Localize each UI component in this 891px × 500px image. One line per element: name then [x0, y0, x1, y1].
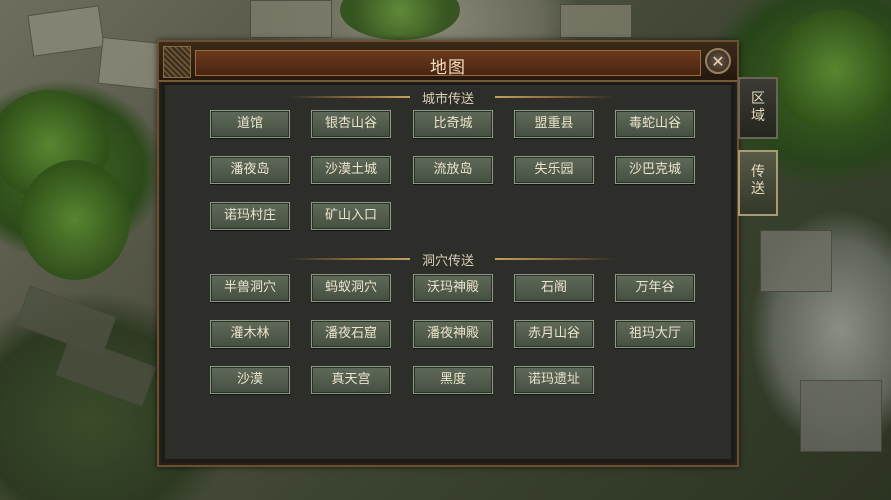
- city-teleport-button[interactable]: 毒蛇山谷: [615, 110, 695, 138]
- city-teleport-button[interactable]: 流放岛: [413, 156, 493, 184]
- cave-teleport-button[interactable]: 祖玛大厅: [615, 320, 695, 348]
- city-section-title: 城市传送: [421, 92, 474, 107]
- city-teleport-button[interactable]: 盟重县: [514, 110, 594, 138]
- cave-teleport-button[interactable]: 潘夜神殿: [413, 320, 493, 348]
- cave-section-title: 洞穴传送: [421, 254, 474, 269]
- cave-teleport-button[interactable]: 灌木林: [210, 320, 290, 348]
- cave-teleport-button[interactable]: 石阁: [514, 274, 594, 302]
- cave-teleport-button[interactable]: 黑度: [413, 366, 493, 394]
- map-window: 地图 ✕ 城市传送 道馆 银杏山谷 比奇城 盟重县 毒蛇山谷 潘夜岛 沙漠土城 流放岛 失乐园沙…: [157, 40, 739, 467]
- teleport-content: 城市传送 道馆 银杏山谷 比奇城 盟重县 毒蛇山谷潘夜岛 沙漠土城 流放岛 失乐园 沙巴克城诺玛…: [164, 84, 732, 460]
- cave-teleport-button[interactable]: 万年谷: [615, 274, 695, 302]
- cave-teleport-button[interactable]: 诺玛遗址: [514, 366, 594, 394]
- tab-teleport[interactable]: 传 送: [738, 150, 778, 216]
- cave-teleport-button[interactable]: 潘夜石窟: [311, 320, 391, 348]
- ground-stone: [800, 380, 882, 452]
- tab-region[interactable]: 区 域: [738, 77, 778, 139]
- cave-teleport-button[interactable]: 半兽洞穴: [210, 274, 290, 302]
- city-teleport-button[interactable]: 银杏山谷: [311, 110, 391, 138]
- cave-teleport-button[interactable]: 沃玛神殿: [413, 274, 493, 302]
- city-teleport-button[interactable]: 诺玛村庄: [210, 202, 290, 230]
- city-teleport-button[interactable]: 失乐园: [514, 156, 594, 184]
- title-plate: 地图: [195, 50, 701, 78]
- ground-stone: [760, 230, 832, 292]
- window-titlebar: 地图 ✕: [159, 42, 737, 82]
- ground-stone: [250, 0, 332, 38]
- tree-foliage: [20, 160, 130, 280]
- ground-stone: [27, 5, 105, 57]
- tree-foliage: [340, 0, 460, 40]
- ground-stone: [560, 4, 632, 38]
- cave-teleport-button[interactable]: 沙漠: [210, 366, 290, 394]
- cave-teleport-button[interactable]: 真天宫: [311, 366, 391, 394]
- city-teleport-button[interactable]: 比奇城: [413, 110, 493, 138]
- city-teleport-button[interactable]: 沙漠土城: [311, 156, 391, 184]
- window-title: 地图: [430, 58, 466, 78]
- city-teleport-button[interactable]: 矿山入口: [311, 202, 391, 230]
- ground-stone: [55, 335, 157, 407]
- city-teleport-button[interactable]: 潘夜岛: [210, 156, 290, 184]
- title-decoration-right: [495, 96, 615, 98]
- tree-foliage: [770, 10, 891, 130]
- tab-region-label: 区 域: [751, 91, 765, 124]
- city-teleport-button[interactable]: 道馆: [210, 110, 290, 138]
- city-teleport-button[interactable]: 沙巴克城: [615, 156, 695, 184]
- ground-stone: [97, 36, 165, 91]
- title-decoration-right: [495, 258, 615, 260]
- cave-teleport-button[interactable]: 赤月山谷: [514, 320, 594, 348]
- tab-teleport-label: 传 送: [751, 164, 765, 197]
- close-icon[interactable]: ✕: [705, 48, 731, 74]
- cave-teleport-button[interactable]: 蚂蚁洞穴: [311, 274, 391, 302]
- corner-ornament: [163, 46, 191, 78]
